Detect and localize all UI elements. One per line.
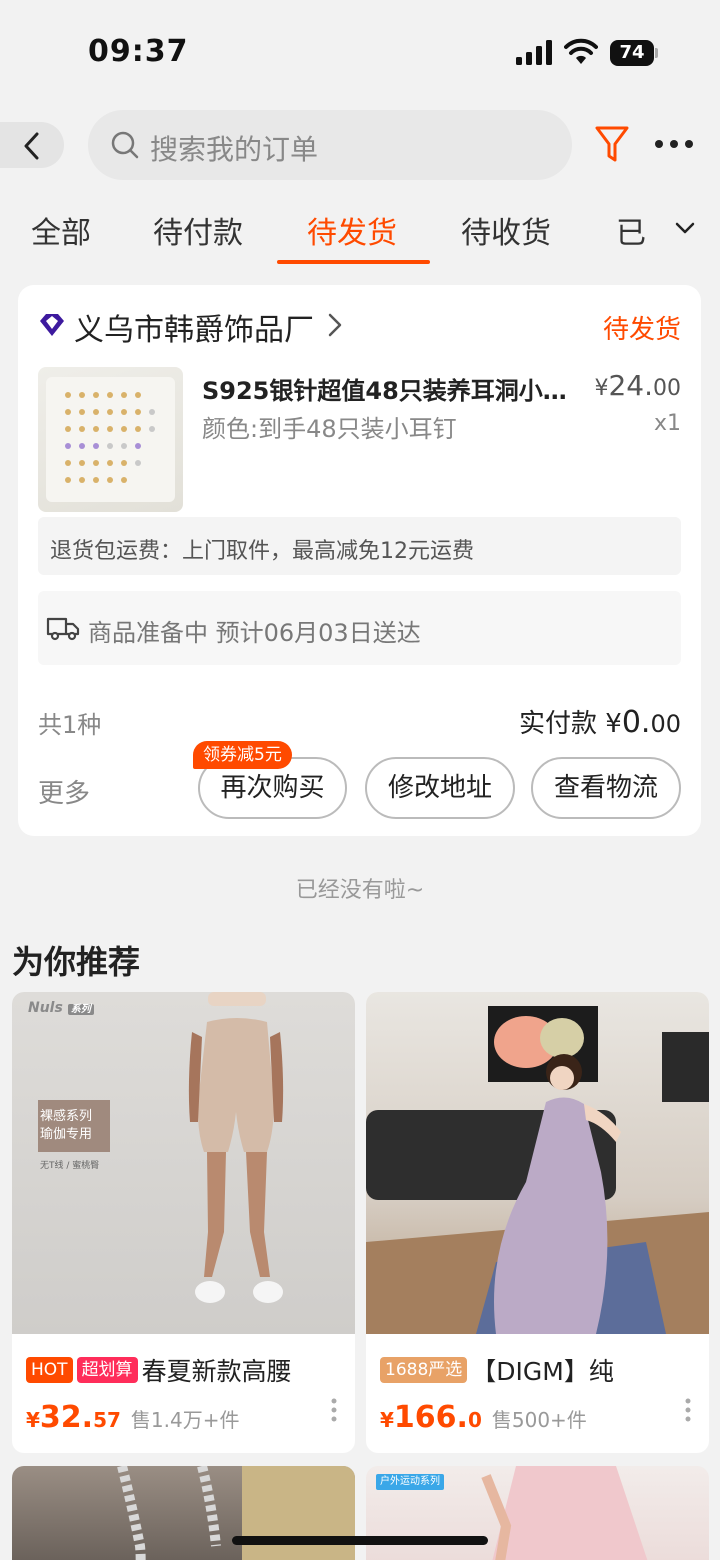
recommend-name-line: 1688严选 【DIGM】纯 bbox=[380, 1352, 700, 1386]
recommend-card[interactable]: 1688严选 【DIGM】纯 ¥166.0 售500+件 bbox=[366, 992, 709, 1453]
product-price: ¥24.00 bbox=[594, 369, 681, 402]
recommend-info: 1688严选 【DIGM】纯 ¥166.0 售500+件 bbox=[366, 1334, 709, 1453]
battery-icon: 74 bbox=[610, 40, 658, 66]
more-icon[interactable] bbox=[654, 134, 694, 154]
status-bar: 09:37 74 bbox=[0, 0, 720, 100]
tab-pending-receipt[interactable]: 待收货 bbox=[461, 208, 551, 252]
sold-count: 售500+件 bbox=[491, 1408, 587, 1432]
back-button[interactable] bbox=[0, 122, 64, 168]
view-logistics-button[interactable]: 查看物流 bbox=[531, 757, 681, 819]
status-time: 09:37 bbox=[88, 34, 189, 69]
battery-level: 74 bbox=[610, 40, 654, 66]
search-input[interactable]: 搜索我的订单 bbox=[88, 110, 572, 180]
recommend-price: ¥166.0 售500+件 bbox=[380, 1400, 587, 1435]
tab-pending-shipment[interactable]: 待发货 bbox=[307, 208, 397, 252]
coupon-tag: 领券减5元 bbox=[193, 741, 292, 769]
chevron-right-icon[interactable] bbox=[328, 313, 342, 337]
recommend-info: HOT 超划算 春夏新款高腰 ¥32.57 售1.4万+件 bbox=[12, 1334, 355, 1453]
delivery-status-text: 商品准备中 预计06月03日送达 bbox=[88, 619, 421, 647]
change-address-button[interactable]: 修改地址 bbox=[365, 757, 515, 819]
order-tabs: 全部 待付款 待发货 待收货 已 bbox=[0, 200, 720, 268]
return-shipping-text: 退货包运费：上门取件，最高减免12元运费 bbox=[50, 539, 474, 564]
truck-icon bbox=[46, 617, 80, 641]
recommend-image[interactable] bbox=[366, 992, 709, 1334]
paid-amount: 实付款 ¥0.00 bbox=[519, 705, 681, 740]
tab-pending-payment[interactable]: 待付款 bbox=[153, 208, 243, 252]
delivery-status-banner[interactable]: 商品准备中 预计06月03日送达 bbox=[38, 591, 681, 665]
more-vertical-icon[interactable] bbox=[331, 1398, 337, 1422]
tab-all[interactable]: 全部 bbox=[31, 208, 91, 252]
sold-count: 售1.4万+件 bbox=[130, 1408, 240, 1432]
image-subtext: 无T线 / 蜜桃臀 bbox=[40, 1161, 100, 1171]
image-tag: 裸感系列 瑜伽专用 bbox=[40, 1109, 93, 1142]
wifi-icon bbox=[564, 38, 598, 64]
recommend-card-partial[interactable] bbox=[12, 1466, 355, 1560]
hot-badge: HOT bbox=[26, 1357, 73, 1383]
strict-select-badge: 1688严选 bbox=[380, 1357, 468, 1383]
recommend-card[interactable]: Nuls 系列 裸感系列 瑜伽专用 无T线 / 蜜桃臀 HOT 超划算 春夏新款高腰 … bbox=[12, 992, 355, 1453]
signal-icon bbox=[516, 40, 552, 65]
recommend-name: 【DIGM】纯 bbox=[471, 1357, 614, 1386]
product-title[interactable]: S925银针超值48只装养耳洞小耳钉 bbox=[202, 371, 572, 406]
order-status: 待发货 bbox=[602, 315, 681, 345]
more-vertical-icon[interactable] bbox=[685, 1398, 691, 1422]
recommend-price: ¥32.57 售1.4万+件 bbox=[26, 1400, 240, 1435]
active-tab-indicator bbox=[277, 260, 430, 264]
shop-name[interactable]: 义乌市韩爵饰品厂 bbox=[74, 305, 314, 349]
recommend-name-line: HOT 超划算 春夏新款高腰 bbox=[26, 1352, 346, 1386]
search-placeholder: 搜索我的订单 bbox=[150, 133, 319, 166]
order-card[interactable]: 义乌市韩爵饰品厂 待发货 S925银针超值48只装养耳洞小耳钉 颜色:到手48只… bbox=[18, 285, 701, 836]
filter-icon[interactable] bbox=[594, 124, 630, 166]
chevron-left-icon bbox=[24, 132, 39, 160]
deal-badge: 超划算 bbox=[76, 1357, 138, 1383]
product-quantity: x1 bbox=[653, 411, 681, 436]
image-brand: Nuls 系列 bbox=[28, 1000, 94, 1016]
recommend-card-partial[interactable]: 户外运动系列 bbox=[366, 1466, 709, 1560]
recommend-image[interactable]: Nuls 系列 裸感系列 瑜伽专用 无T线 / 蜜桃臀 bbox=[12, 992, 355, 1334]
end-of-list-note: 已经没有啦~ bbox=[295, 878, 425, 903]
chevron-down-icon[interactable] bbox=[674, 220, 696, 236]
return-shipping-banner: 退货包运费：上门取件，最高减免12元运费 bbox=[38, 517, 681, 575]
product-variant: 颜色:到手48只装小耳钉 bbox=[202, 415, 457, 443]
home-indicator[interactable] bbox=[232, 1536, 488, 1545]
shop-diamond-icon bbox=[40, 314, 64, 336]
search-icon bbox=[111, 131, 139, 159]
recommend-name: 春夏新款高腰 bbox=[141, 1357, 292, 1386]
product-image[interactable] bbox=[38, 367, 183, 512]
recommend-title: 为你推荐 bbox=[12, 943, 141, 981]
item-count: 共1种 bbox=[38, 711, 102, 739]
more-actions-link[interactable]: 更多 bbox=[38, 773, 90, 810]
